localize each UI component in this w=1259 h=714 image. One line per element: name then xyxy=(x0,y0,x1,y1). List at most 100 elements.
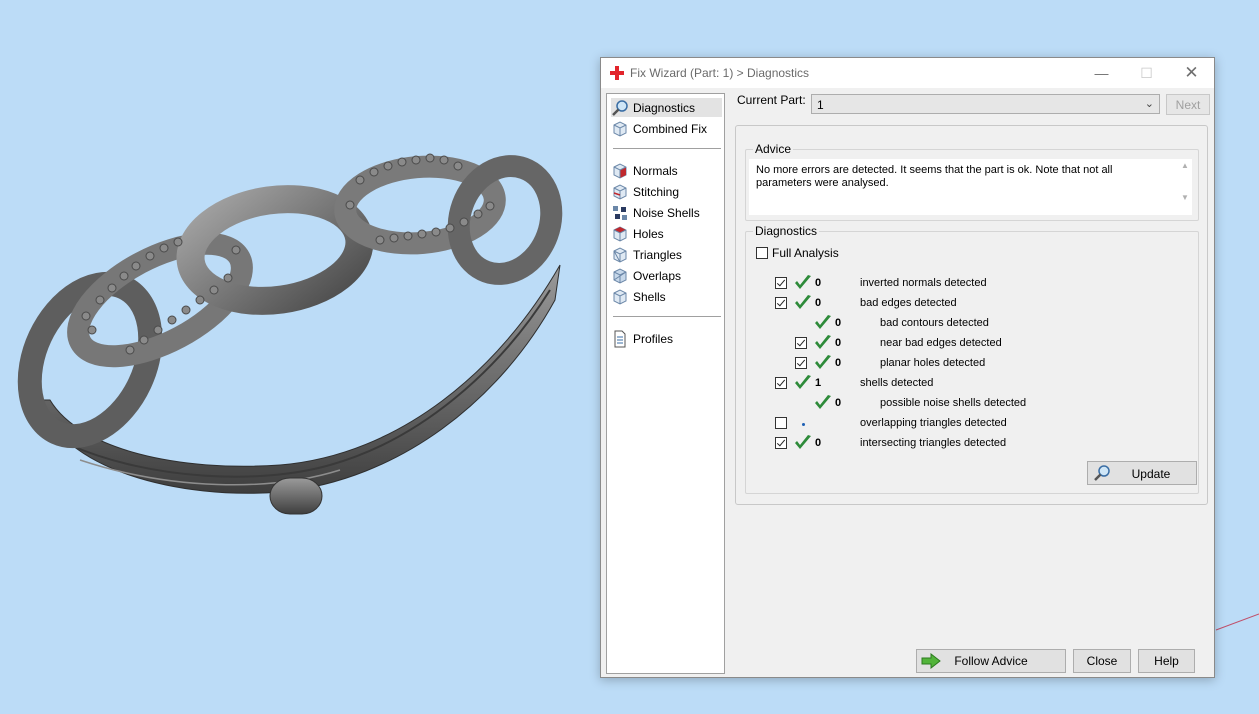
close-icon: ✕ xyxy=(1184,63,1199,82)
holes-cube-icon xyxy=(613,225,627,242)
diagnostic-label: bad edges detected xyxy=(860,297,957,309)
green-check-icon xyxy=(815,315,831,329)
advice-scrollbar[interactable]: ▲ ▼ xyxy=(1178,159,1192,215)
nav-item-shells[interactable]: Shells xyxy=(611,287,722,306)
green-check-icon xyxy=(815,395,831,409)
scroll-up-icon[interactable]: ▲ xyxy=(1181,161,1189,170)
nav-label: Stitching xyxy=(633,184,680,199)
close-button[interactable]: Close xyxy=(1073,649,1131,673)
next-button-label: Next xyxy=(1175,97,1201,112)
diagnostic-label: inverted normals detected xyxy=(860,277,987,289)
nav-label: Overlaps xyxy=(633,268,682,283)
red-cross-icon xyxy=(610,66,624,80)
scroll-down-icon[interactable]: ▼ xyxy=(1181,193,1189,202)
maximize-icon: ☐ xyxy=(1140,64,1153,81)
update-button-label: Update xyxy=(1131,467,1171,481)
nav-item-overlaps[interactable]: Overlaps xyxy=(611,266,722,285)
fix-wizard-dialog: Fix Wizard (Part: 1) > Diagnostics — ☐ ✕… xyxy=(600,57,1215,678)
cube-icon xyxy=(613,120,627,137)
nav-divider xyxy=(613,148,721,149)
current-part-value: 1 xyxy=(817,98,824,112)
current-part-label: Current Part: xyxy=(737,93,806,107)
close-window-button[interactable]: ✕ xyxy=(1169,58,1214,88)
diagnostic-count: 1 xyxy=(815,377,822,389)
diagnostic-checkbox[interactable] xyxy=(775,377,787,389)
diagnostic-count: 0 xyxy=(815,437,822,449)
nav-item-triangles[interactable]: Triangles xyxy=(611,245,722,264)
diagnostic-count: 0 xyxy=(815,277,822,289)
diagnostic-checkbox[interactable] xyxy=(775,437,787,449)
current-part-select[interactable]: 1 ⌄ xyxy=(811,94,1160,114)
nav-label: Combined Fix xyxy=(633,121,708,136)
nav-item-holes[interactable]: Holes xyxy=(611,224,722,243)
update-button[interactable]: Update xyxy=(1087,461,1197,485)
full-analysis-label: Full Analysis xyxy=(772,246,839,260)
diagnostic-label: possible noise shells detected xyxy=(880,397,1027,409)
advice-text: No more errors are detected. It seems th… xyxy=(756,164,1113,189)
diagnostic-checkbox[interactable] xyxy=(775,297,787,309)
green-check-icon xyxy=(815,355,831,369)
next-button[interactable]: Next xyxy=(1166,94,1210,115)
normals-cube-icon xyxy=(613,162,627,179)
nav-label: Noise Shells xyxy=(633,205,700,220)
shells-cube-icon xyxy=(613,288,627,305)
chevron-down-icon: ⌄ xyxy=(1144,98,1154,110)
diagnostic-checkbox[interactable] xyxy=(795,337,807,349)
green-check-icon xyxy=(815,335,831,349)
nav-item-diagnostics[interactable]: Diagnostics xyxy=(611,98,722,117)
diagnostics-group: Diagnostics Full Analysis 0 inverted norm… xyxy=(745,224,1199,494)
wizard-nav-panel: Diagnostics Combined Fix Normals Stitchi… xyxy=(606,93,725,674)
minimize-icon: — xyxy=(1094,65,1109,81)
diagnostic-label: bad contours detected xyxy=(880,317,989,329)
close-button-label: Close xyxy=(1086,654,1118,668)
nav-label: Profiles xyxy=(633,331,674,346)
green-arrow-icon xyxy=(921,653,941,669)
nav-item-noise-shells[interactable]: Noise Shells xyxy=(611,203,722,222)
diagnostic-count: 0 xyxy=(835,337,842,349)
advice-title: Advice xyxy=(753,142,794,156)
diagnostic-count: 0 xyxy=(835,357,842,369)
diagnostic-label: intersecting triangles detected xyxy=(860,437,1007,449)
magnifier-icon xyxy=(612,99,628,116)
overlaps-cube-icon xyxy=(613,267,627,284)
nav-item-profiles[interactable]: Profiles xyxy=(611,329,722,348)
diagnostic-count: 0 xyxy=(835,317,842,329)
diagnostic-checkbox[interactable] xyxy=(795,357,807,369)
follow-advice-label: Follow Advice xyxy=(954,654,1028,668)
triangles-cube-icon xyxy=(613,246,627,263)
nav-label: Shells xyxy=(633,289,666,304)
nav-label: Triangles xyxy=(633,247,682,262)
green-check-icon xyxy=(795,375,811,389)
nav-divider xyxy=(613,316,721,317)
diagnostic-count: 0 xyxy=(815,297,822,309)
help-button-label: Help xyxy=(1154,654,1179,668)
diagnostic-checkbox[interactable] xyxy=(775,277,787,289)
diagnostic-count: 0 xyxy=(835,397,842,409)
stitching-cube-icon xyxy=(613,183,627,200)
nav-label: Holes xyxy=(633,226,664,241)
diagnostic-label: overlapping triangles detected xyxy=(860,417,1007,429)
green-check-icon xyxy=(795,435,811,449)
follow-advice-button[interactable]: Follow Advice xyxy=(916,649,1066,673)
advice-textbox[interactable]: No more errors are detected. It seems th… xyxy=(749,159,1192,215)
nav-item-stitching[interactable]: Stitching xyxy=(611,182,722,201)
diagnostic-label: shells detected xyxy=(860,377,934,389)
diagnostic-checkbox[interactable] xyxy=(775,417,787,429)
nav-item-normals[interactable]: Normals xyxy=(611,161,722,180)
green-check-icon xyxy=(795,295,811,309)
minimize-button[interactable]: — xyxy=(1079,58,1124,88)
nav-item-combined-fix[interactable]: Combined Fix xyxy=(611,119,722,138)
document-icon xyxy=(614,330,626,347)
pending-dot-icon xyxy=(802,423,805,426)
diagnostic-label: planar holes detected xyxy=(880,357,986,369)
diagnostics-title: Diagnostics xyxy=(753,224,820,238)
nav-label: Diagnostics xyxy=(633,100,696,115)
noise-shells-icon xyxy=(613,205,627,220)
diagnostic-label: near bad edges detected xyxy=(880,337,1002,349)
title-bar[interactable]: Fix Wizard (Part: 1) > Diagnostics — ☐ ✕ xyxy=(601,58,1214,88)
window-title: Fix Wizard (Part: 1) > Diagnostics xyxy=(630,66,810,80)
help-button[interactable]: Help xyxy=(1138,649,1195,673)
maximize-button[interactable]: ☐ xyxy=(1124,58,1169,88)
advice-group: Advice No more errors are detected. It s… xyxy=(745,142,1199,221)
full-analysis-checkbox[interactable] xyxy=(756,247,768,259)
